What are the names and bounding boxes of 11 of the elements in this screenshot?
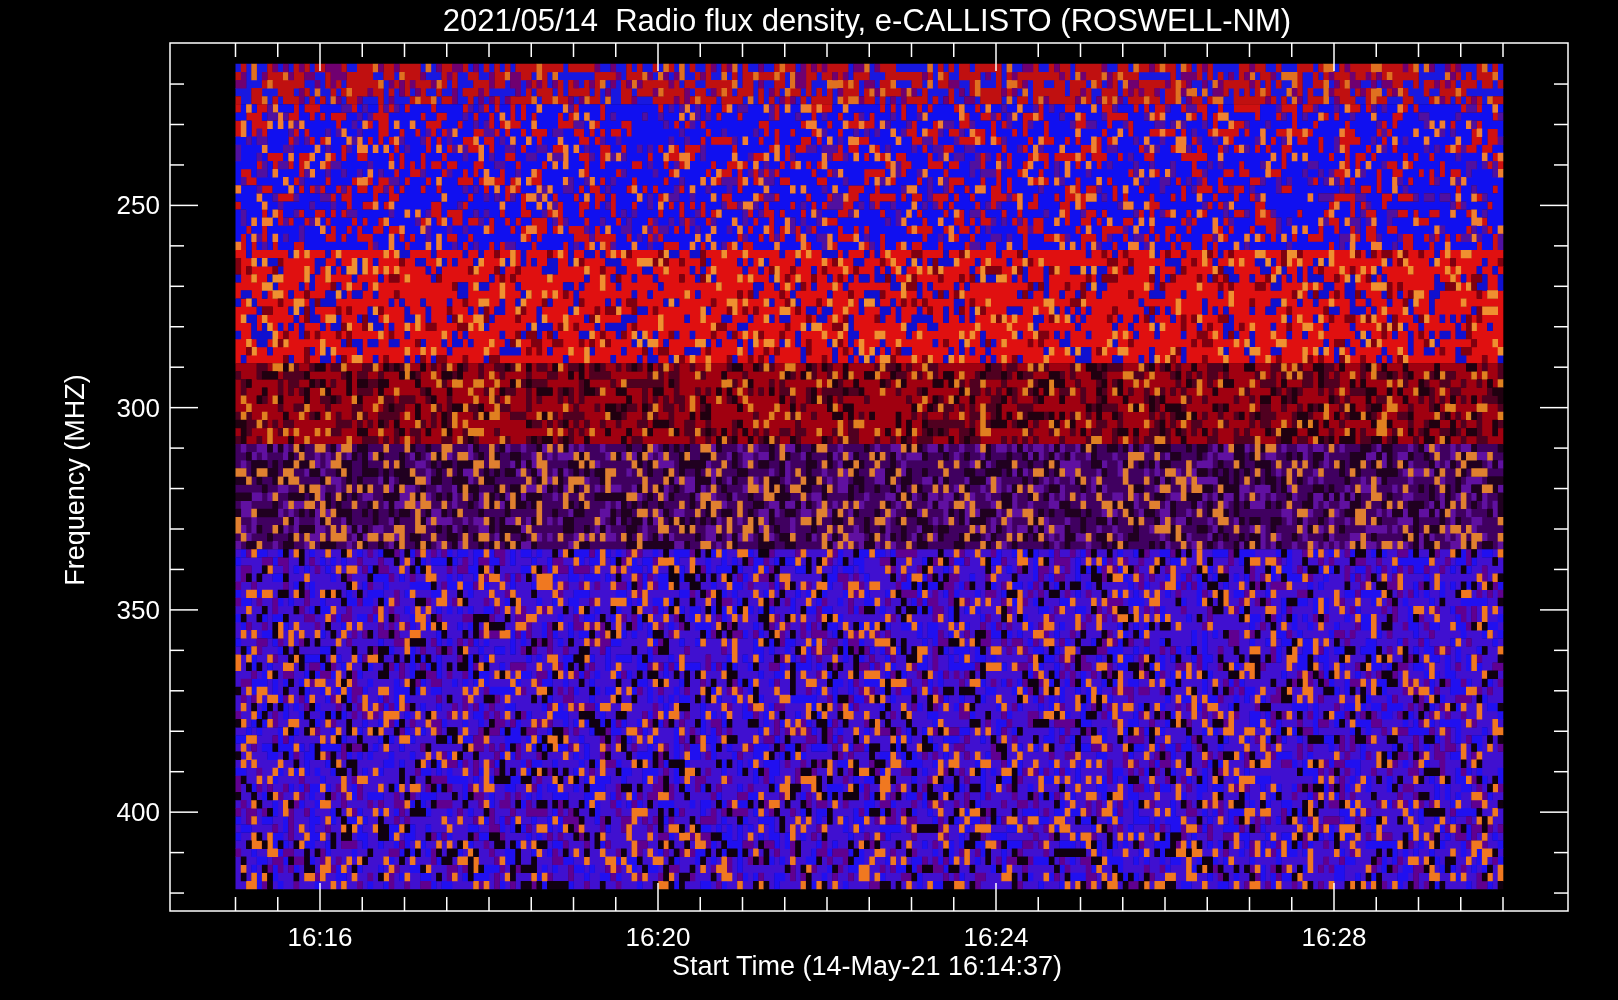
x-tick-label: 16:16 <box>287 922 353 952</box>
x-tick-label: 16:24 <box>963 922 1029 952</box>
y-tick-label: 400 <box>116 797 160 828</box>
x-axis-label: Start Time (14-May-21 16:14:37) <box>671 951 1063 981</box>
x-tick-label: 16:20 <box>625 922 691 952</box>
y-tick-label: 300 <box>116 392 160 423</box>
chart-title: 2021/05/14 Radio flux density, e-CALLISTO (ROSWELL-NM) <box>442 3 1292 38</box>
y-axis-label: Frequency (MHZ) <box>60 374 90 586</box>
y-tick-label: 350 <box>116 594 160 625</box>
y-tick-label: 250 <box>116 190 160 221</box>
x-tick-label: 16:28 <box>1301 922 1367 952</box>
